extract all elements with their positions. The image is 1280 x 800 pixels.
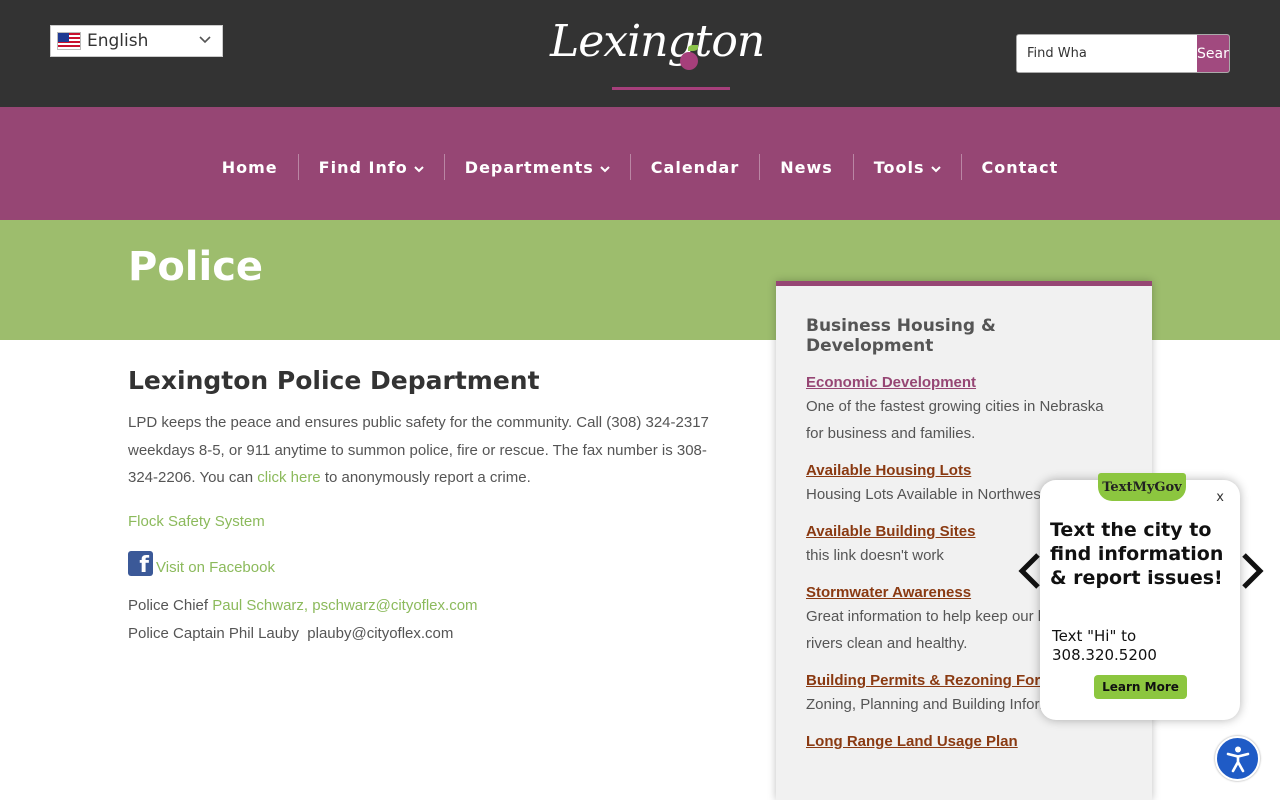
sidebar-link[interactable]: Long Range Land Usage Plan: [806, 733, 1018, 750]
nav-item-label: Calendar: [650, 157, 740, 177]
captain-line: Police Captain Phil Lauby plauby@cityofl…: [128, 624, 454, 642]
arrow-left-icon[interactable]: [1018, 552, 1042, 590]
nav-item-find-info[interactable]: Find Info: [297, 154, 444, 180]
sidebar-link[interactable]: Available Housing Lots: [806, 462, 971, 479]
nav-item-label: Tools: [873, 157, 925, 177]
sidebar-link-description: One of the fastest growing cities in Neb…: [806, 398, 1104, 442]
textmygov-popup: TextMyGov x Text the city to find inform…: [1040, 473, 1240, 720]
intro-text-end: to anonymously report a crime.: [320, 469, 531, 486]
nav-item-label: Departments: [464, 157, 594, 177]
sidebar-heading: Business Housing & Development: [806, 316, 996, 356]
popup-body: Text "Hi" to 308.320.5200: [1052, 627, 1157, 664]
nav-item-label: Find Info: [318, 157, 408, 177]
flock-paragraph: Flock Safety System: [128, 508, 728, 536]
nav-item-label: Home: [221, 157, 278, 177]
sidebar-link[interactable]: Available Building Sites: [806, 523, 975, 540]
nav-item-calendar[interactable]: Calendar: [629, 154, 759, 180]
popup-close-button[interactable]: x: [1216, 490, 1224, 505]
language-label: English: [87, 31, 149, 51]
textmygov-badge: TextMyGov: [1098, 473, 1186, 501]
flock-safety-link[interactable]: Flock Safety System: [128, 513, 265, 530]
facebook-row: f Visit on Facebook: [128, 551, 728, 578]
chief-email-link[interactable]: Paul Schwarz, pschwarz@cityoflex.com: [212, 597, 477, 614]
sidebar-link[interactable]: Stormwater Awareness: [806, 584, 971, 601]
chevron-down-icon: [600, 166, 610, 173]
facebook-link[interactable]: Visit on Facebook: [156, 559, 275, 576]
nav-item-label: Contact: [981, 157, 1059, 177]
search-button[interactable]: Search: [1197, 35, 1229, 72]
lexington-logo[interactable]: Lexington: [550, 12, 765, 94]
sidebar-link-item: Economic Development One of the fastest g…: [806, 374, 1122, 447]
chevron-down-icon: [199, 36, 211, 44]
page-title: Police: [128, 244, 264, 290]
nav-item-news[interactable]: News: [759, 154, 853, 180]
nav-item-home[interactable]: Home: [202, 154, 298, 180]
language-select[interactable]: English: [50, 25, 223, 57]
sidebar-link[interactable]: Economic Development: [806, 374, 976, 391]
top-header: English Lexington Search: [0, 0, 1280, 107]
chief-label: Police Chief: [128, 597, 213, 614]
popup-headline: Text the city to find information & repo…: [1050, 519, 1224, 589]
sidebar-link-item: Long Range Land Usage Plan: [806, 733, 1122, 752]
logo-underline: [612, 87, 730, 90]
department-heading: Lexington Police Department: [128, 366, 540, 395]
learn-more-button[interactable]: Learn More: [1094, 675, 1187, 699]
accessibility-icon: [1226, 746, 1249, 772]
report-crime-link[interactable]: click here: [257, 469, 320, 486]
accessibility-button[interactable]: [1215, 736, 1260, 781]
logo-leaf-icon: [688, 45, 698, 51]
nav-item-contact[interactable]: Contact: [960, 154, 1079, 180]
main-nav: Home Find Info Departments Calendar News…: [0, 107, 1280, 220]
main-content: Lexington Police Department LPD keeps th…: [128, 366, 728, 647]
sidebar-link[interactable]: Building Permits & Rezoning Forms: [806, 672, 1062, 689]
chevron-down-icon: [414, 166, 424, 173]
logo-apple-icon: [680, 52, 698, 70]
us-flag-icon: [57, 32, 81, 50]
intro-paragraph: LPD keeps the peace and ensures public s…: [128, 409, 728, 492]
nav-item-departments[interactable]: Departments: [443, 154, 630, 180]
chevron-down-icon: [930, 166, 941, 173]
logo-text: Lexington: [550, 16, 765, 67]
search-form: Search: [1016, 34, 1230, 73]
facebook-icon[interactable]: f: [128, 551, 153, 578]
nav-item-label: News: [780, 157, 833, 177]
chief-line: Police Chief Paul Schwarz, pschwarz@city…: [128, 592, 728, 620]
nav-item-tools[interactable]: Tools: [852, 154, 961, 180]
search-input[interactable]: [1017, 35, 1197, 72]
arrow-right-icon[interactable]: [1240, 552, 1264, 590]
nav-list: Home Find Info Departments Calendar News…: [0, 154, 1280, 180]
